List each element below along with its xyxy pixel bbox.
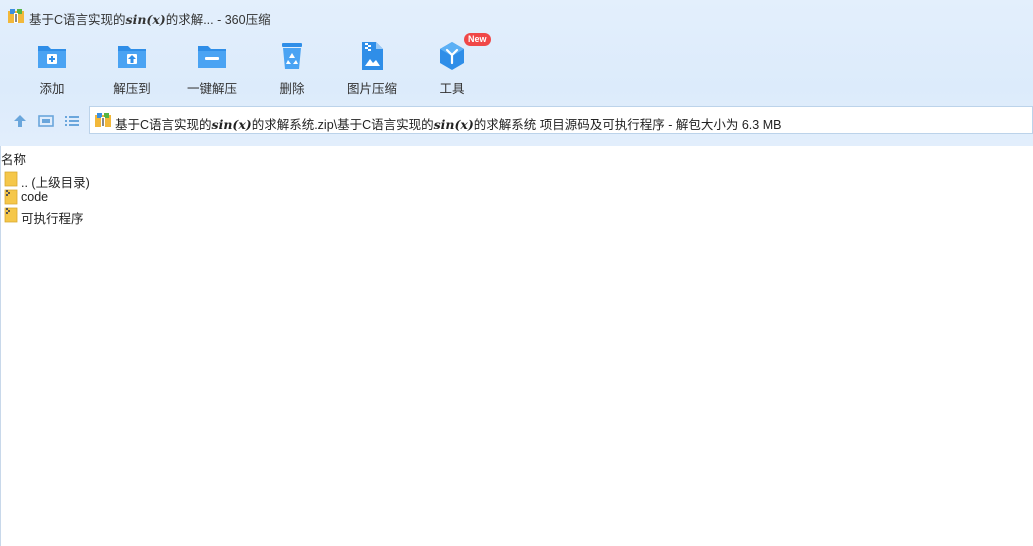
list-item-parent-directory[interactable]: .. (上级目录) (0, 170, 400, 190)
quick-extract-folder-icon (198, 46, 226, 68)
toolbar: 添加 解压到 一键解压 删除 图片压缩 New 工具 (0, 33, 1033, 100)
window-title: 基于C语言实现的sin(x)的求解... - 360压缩 (29, 12, 271, 27)
archive-file-icon (95, 113, 111, 127)
image-file-icon (362, 42, 383, 70)
list-view-icon[interactable] (63, 112, 81, 130)
navigation-bar: 基于C语言实现的sin(x)的求解系统.zip\基于C语言实现的sin(x)的求… (0, 106, 1033, 136)
address-bar[interactable]: 基于C语言实现的sin(x)的求解系统.zip\基于C语言实现的sin(x)的求… (89, 106, 1033, 134)
zipped-folder-icon (4, 189, 18, 205)
recycle-bin-icon (282, 43, 302, 69)
list-item-code[interactable]: code (0, 188, 400, 206)
tools-cube-icon (440, 42, 464, 70)
extract-folder-icon (118, 46, 146, 68)
name-column-header[interactable]: 名称 (0, 146, 1033, 167)
tools-button[interactable]: New 工具 (412, 33, 492, 98)
add-folder-icon (38, 46, 66, 68)
image-compress-button[interactable]: 图片压缩 (332, 36, 412, 98)
new-badge: New (464, 33, 491, 46)
delete-button[interactable]: 删除 (252, 36, 332, 98)
archive-path: 基于C语言实现的sin(x)的求解系统.zip\基于C语言实现的sin(x)的求… (115, 117, 782, 132)
thumbnail-view-icon[interactable] (37, 112, 55, 130)
title-bar: 基于C语言实现的sin(x)的求解... - 360压缩 (0, 0, 1033, 32)
add-button[interactable]: 添加 (12, 36, 92, 98)
archive-app-icon (8, 9, 24, 23)
one-click-extract-button[interactable]: 一键解压 (172, 36, 252, 98)
extract-to-button[interactable]: 解压到 (92, 36, 172, 98)
up-arrow-icon[interactable] (11, 112, 29, 130)
zipped-folder-icon (4, 207, 18, 223)
folder-icon (4, 171, 18, 187)
list-item-executable[interactable]: 可执行程序 (0, 206, 400, 226)
